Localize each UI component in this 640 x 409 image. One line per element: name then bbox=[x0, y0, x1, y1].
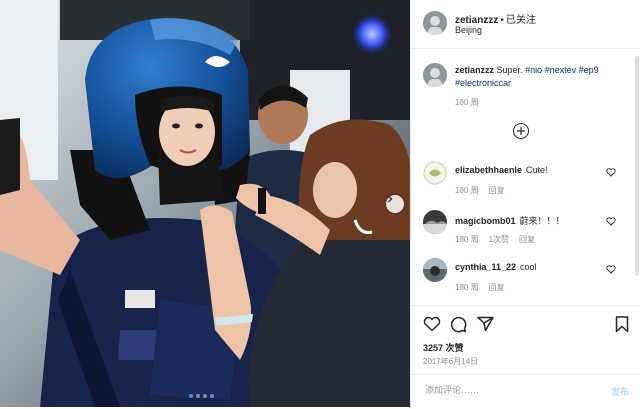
hashtag-link[interactable]: #electroniccar bbox=[455, 78, 511, 88]
comment-text-line: magicbomb01 蔚来！！！ bbox=[455, 214, 565, 227]
comment-age[interactable]: 180 周 bbox=[455, 235, 479, 244]
follow-status-button[interactable]: 已关注 bbox=[506, 15, 536, 26]
post-actions: 3257 次赞 2017年6月14日 发布 bbox=[411, 305, 640, 408]
heart-icon[interactable] bbox=[606, 168, 616, 177]
comment-age[interactable]: 180 周 bbox=[455, 186, 479, 195]
avatar[interactable] bbox=[423, 11, 447, 35]
comments-scrollbar[interactable] bbox=[635, 56, 639, 276]
reply-button[interactable]: 回复 bbox=[489, 186, 505, 195]
comment-likes[interactable]: 1次赞 bbox=[489, 235, 509, 244]
plus-circle-icon bbox=[517, 127, 525, 135]
comment-text: 蔚来！！！ bbox=[519, 216, 565, 226]
post-sidebar: zetianzzz • 已关注 Beijing zetianzzz Super. #… bbox=[410, 0, 640, 407]
carousel-indicator bbox=[189, 394, 214, 398]
post-photo[interactable] bbox=[0, 0, 410, 407]
post-date[interactable]: 2017年6月14日 bbox=[423, 356, 478, 367]
caption-text: Super. bbox=[496, 65, 523, 75]
heart-icon[interactable] bbox=[423, 316, 441, 332]
hashtag-link[interactable]: #ep9 bbox=[579, 65, 599, 75]
comment-username[interactable]: magicbomb01 bbox=[455, 216, 516, 226]
user-avatar-icon bbox=[423, 11, 447, 35]
next-photo-button[interactable] bbox=[386, 195, 404, 213]
carousel-dot bbox=[203, 394, 207, 398]
hashtag-link[interactable]: #nextev bbox=[545, 65, 577, 75]
share-icon[interactable] bbox=[477, 316, 494, 332]
caption-meta: 180 周 bbox=[455, 97, 489, 108]
comment-text: Cute! bbox=[526, 165, 548, 175]
carousel-dot bbox=[189, 394, 193, 398]
add-comment-bar: 发布 bbox=[411, 374, 640, 409]
chevron-right-icon bbox=[388, 195, 393, 203]
comment-text: cool bbox=[520, 262, 537, 272]
avatar[interactable] bbox=[423, 258, 447, 282]
carousel-dot bbox=[196, 394, 200, 398]
avatar[interactable] bbox=[423, 210, 447, 234]
heart-icon[interactable] bbox=[606, 265, 616, 274]
bookmark-icon[interactable] bbox=[615, 316, 629, 333]
load-more-comments-button[interactable] bbox=[513, 123, 529, 139]
carousel-dot bbox=[210, 394, 214, 398]
comment-meta: 180 周 1次赞 回复 bbox=[455, 234, 545, 245]
comments-list[interactable]: zetianzzz Super. #nio #nextev #ep9 #elec… bbox=[411, 49, 633, 304]
post-comment-button[interactable]: 发布 bbox=[611, 385, 629, 398]
user-avatar-icon bbox=[423, 258, 447, 282]
heart-icon[interactable] bbox=[606, 217, 616, 226]
comment-age[interactable]: 180 周 bbox=[455, 283, 479, 292]
photo-illustration bbox=[0, 0, 410, 407]
caption: zetianzzz Super. #nio #nextev #ep9 #elec… bbox=[455, 64, 625, 90]
comment-meta: 180 周 回复 bbox=[455, 185, 515, 196]
separator-dot: • bbox=[500, 15, 504, 26]
likes-count[interactable]: 3257 次赞 bbox=[423, 341, 464, 354]
reply-button[interactable]: 回复 bbox=[519, 235, 535, 244]
caption-username[interactable]: zetianzzz bbox=[455, 65, 494, 75]
comment-username[interactable]: cynthia_11_22 bbox=[455, 262, 516, 272]
comment-text-line: elizabethhaenle Cute! bbox=[455, 165, 548, 175]
hashtag-link[interactable]: #nio bbox=[525, 65, 542, 75]
avatar[interactable] bbox=[423, 161, 447, 185]
avatar[interactable] bbox=[423, 63, 447, 87]
comment-meta: 180 周 回复 bbox=[455, 282, 515, 293]
location-link[interactable]: Beijing bbox=[455, 25, 482, 35]
reply-button[interactable]: 回复 bbox=[489, 283, 505, 292]
comment-input[interactable] bbox=[423, 384, 587, 396]
comment-text-line: cynthia_11_22 cool bbox=[455, 262, 537, 272]
user-avatar-icon bbox=[423, 63, 447, 87]
user-avatar-icon bbox=[423, 161, 447, 185]
user-avatar-icon bbox=[423, 210, 447, 234]
comment-icon[interactable] bbox=[450, 316, 467, 333]
comment-username[interactable]: elizabethhaenle bbox=[455, 165, 522, 175]
post-header: zetianzzz • 已关注 Beijing bbox=[411, 0, 640, 49]
header-user-line: zetianzzz • 已关注 bbox=[455, 11, 536, 26]
caption-age[interactable]: 180 周 bbox=[455, 98, 479, 107]
